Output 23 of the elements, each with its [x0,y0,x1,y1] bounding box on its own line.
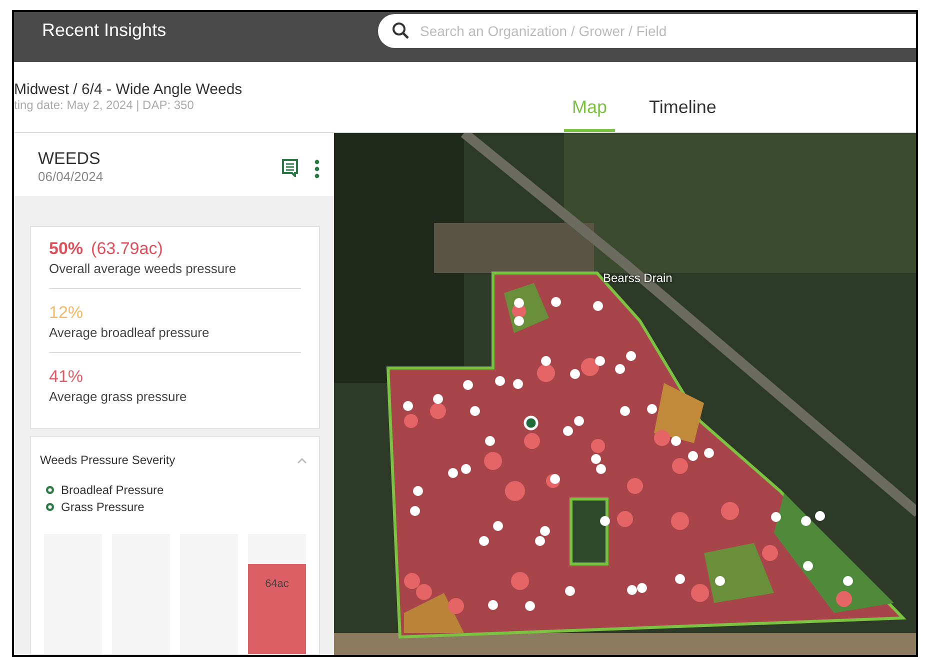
stat-acres: (63.79ac) [91,239,163,259]
legend-label: Grass Pressure [61,500,144,514]
search-bar[interactable]: Search an Organization / Grower / Field [378,14,916,48]
search-icon [392,22,410,40]
stat-value: 12% [49,303,84,323]
page-subtitle: ting date: May 2, 2024 | DAP: 350 [14,98,195,112]
stat-label: Average broadleaf pressure [49,325,210,340]
stat-label: Overall average weeds pressure [49,261,238,276]
page-title: Midwest / 6/4 - Wide Angle Weeds [14,81,244,98]
legend-label: Broadleaf Pressure [61,483,164,497]
panel-title: WEEDS [38,149,102,169]
more-icon[interactable] [314,159,320,179]
map-label: Bearss Drain [603,271,672,285]
stat-label: Average grass pressure [49,389,188,404]
notes-icon[interactable] [282,159,298,177]
section-title: Weeds Pressure Severity [40,453,176,467]
tab[interactable]: Timeline [641,62,724,132]
bar-label: 64ac [265,578,289,590]
nav-link[interactable]: Recent Insights [42,20,378,41]
panel-date: 06/04/2024 [38,169,104,184]
search-field[interactable]: Search an Organization / Grower / Field [418,22,916,40]
stat-value: 50% [49,239,84,259]
stat-value: 41% [49,367,84,387]
